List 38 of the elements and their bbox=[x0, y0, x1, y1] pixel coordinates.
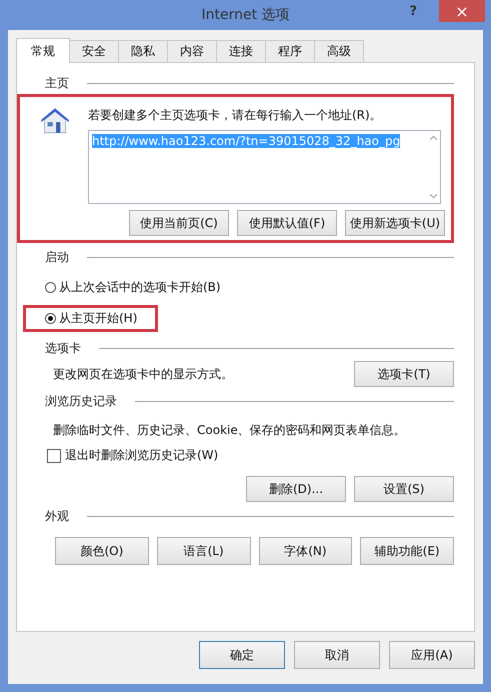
appearance-button[interactable]: 语言(L) bbox=[156, 537, 250, 565]
section-heading: 外观 bbox=[45, 508, 69, 525]
window-title: Internet 选项 bbox=[201, 6, 290, 24]
tab[interactable]: 隐私 bbox=[118, 40, 168, 62]
tab[interactable]: 常规 bbox=[16, 38, 70, 63]
appearance-button[interactable]: 辅助功能(E) bbox=[360, 537, 454, 565]
tab[interactable]: 安全 bbox=[69, 40, 119, 62]
description-text: 更改网页在选项卡中的显示方式。 bbox=[53, 366, 233, 382]
history-button[interactable]: 删除(D)... bbox=[246, 476, 346, 502]
scroll-up-icon[interactable] bbox=[429, 135, 438, 141]
description-text: 删除临时文件、历史记录、Cookie、保存的密码和网页表单信息。 bbox=[52, 422, 407, 439]
homepage-button[interactable]: 使用默认值(F) bbox=[237, 210, 337, 236]
tab[interactable]: 高级 bbox=[314, 40, 364, 62]
tab[interactable]: 程序 bbox=[265, 40, 315, 62]
section-heading: 浏览历史记录 bbox=[45, 393, 117, 410]
radio-option[interactable]: 从上次会话中的选项卡开始(B) bbox=[23, 274, 242, 301]
scroll-down-icon[interactable] bbox=[429, 193, 438, 199]
dialog-button[interactable]: 取消 bbox=[294, 641, 380, 669]
section-heading: 主页 bbox=[45, 75, 69, 92]
appearance-button[interactable]: 字体(N) bbox=[258, 537, 352, 565]
tab[interactable]: 内容 bbox=[167, 40, 217, 62]
tab[interactable]: 连接 bbox=[216, 40, 266, 62]
tabs-button[interactable]: 选项卡(T) bbox=[354, 361, 454, 387]
homepage-button[interactable]: 使用当前页(C) bbox=[129, 210, 229, 236]
close-button[interactable]: × bbox=[439, 0, 485, 22]
appearance-button[interactable]: 颜色(O) bbox=[55, 537, 149, 565]
section-heading: 选项卡 bbox=[45, 340, 81, 357]
homepage-button[interactable]: 使用新选项卡(U) bbox=[345, 210, 445, 236]
section-heading: 启动 bbox=[45, 249, 69, 266]
address-text: http://www.hao123.com/?tn=39015028_32_hao_pg bbox=[92, 134, 400, 148]
checkbox-option[interactable]: 退出时删除浏览历史记录(W) bbox=[33, 447, 454, 464]
history-button[interactable]: 设置(S) bbox=[354, 476, 454, 502]
instruction-text: 若要创建多个主页选项卡，请在每行输入一个地址(R)。 bbox=[88, 107, 383, 124]
dialog-button[interactable]: 确定 bbox=[199, 641, 285, 669]
scrollbar[interactable] bbox=[429, 135, 438, 199]
dialog-button[interactable]: 应用(A) bbox=[389, 641, 475, 669]
help-button[interactable]: ? bbox=[405, 4, 421, 19]
radio-option[interactable]: 从主页开始(H) bbox=[23, 305, 158, 332]
